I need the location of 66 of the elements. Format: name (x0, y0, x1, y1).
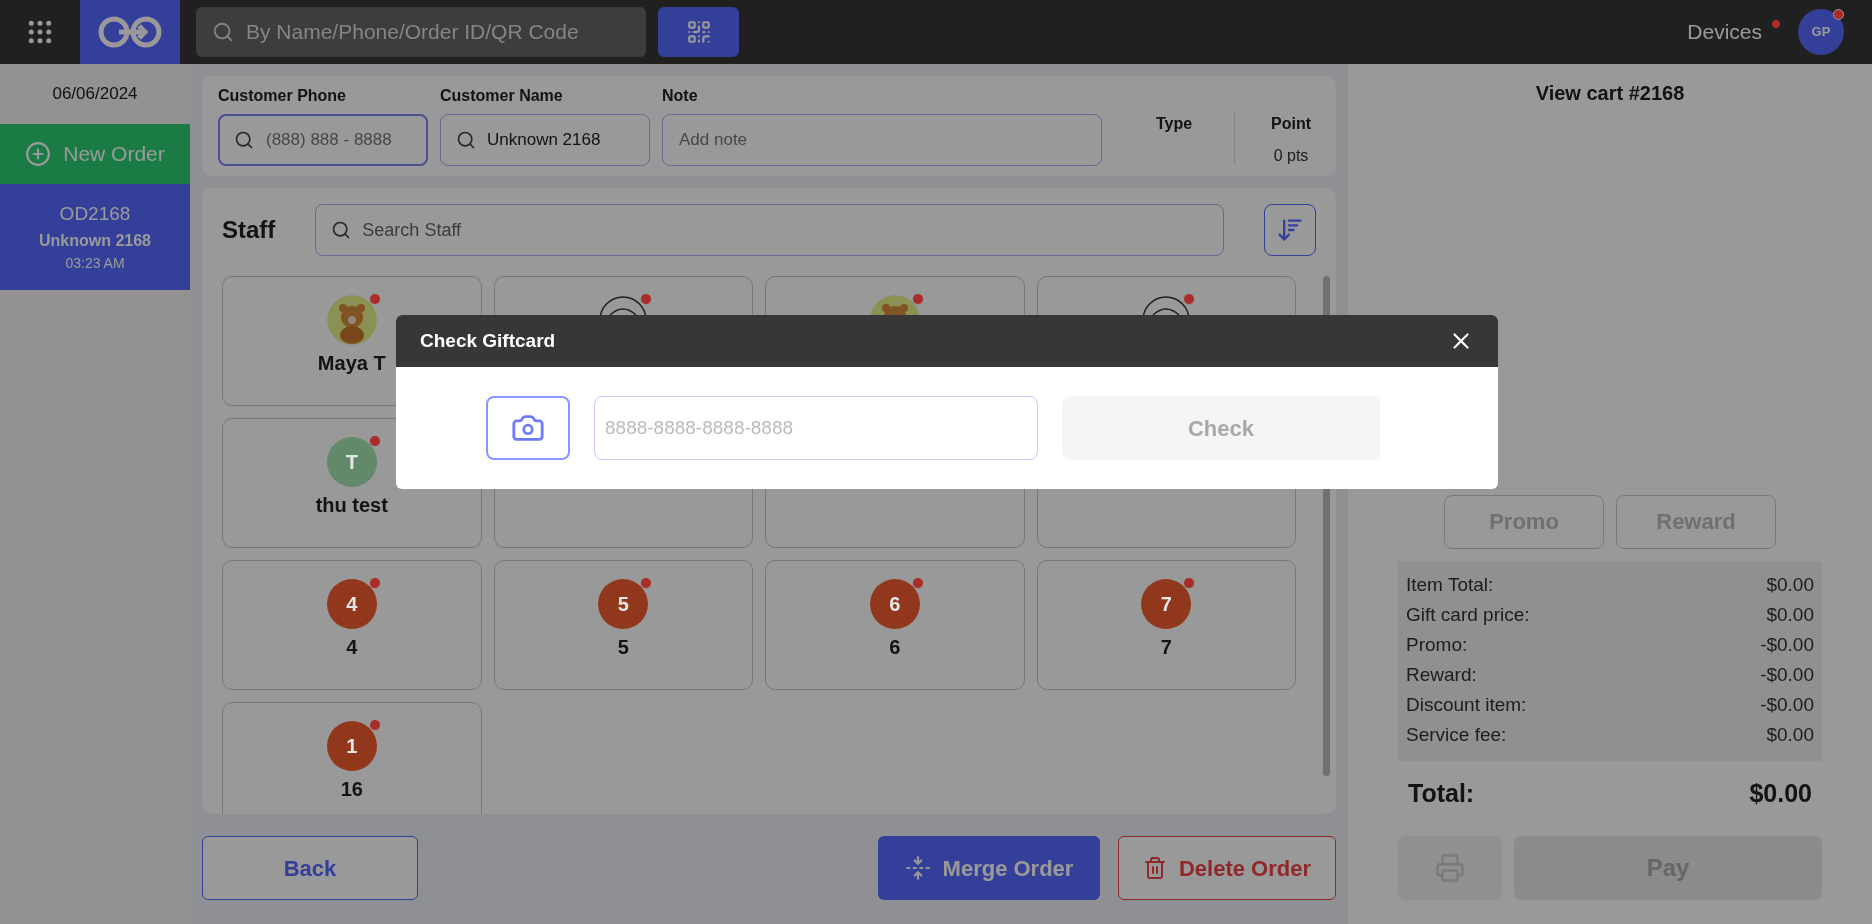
summary-value: $0.00 (1766, 603, 1814, 628)
sort-button[interactable] (1264, 204, 1316, 256)
point-value: 0 pts (1273, 146, 1309, 166)
new-order-button[interactable]: New Order (0, 124, 190, 184)
logo[interactable] (80, 0, 180, 64)
summary-label: Gift card price: (1406, 603, 1530, 628)
summary-value: $0.00 (1766, 573, 1814, 598)
input-field[interactable]: Add note (662, 114, 1102, 166)
camera-button[interactable] (486, 396, 570, 460)
summary-label: Discount item: (1406, 693, 1527, 718)
total-value: $0.00 (1749, 777, 1812, 809)
trash-icon (1142, 856, 1167, 880)
avatar-initial: 5 (598, 579, 649, 629)
staff-card[interactable]: 1 16 (222, 702, 482, 814)
staff-name: 16 (340, 777, 363, 801)
giftcard-input[interactable]: 8888-8888-8888-8888 (594, 396, 1038, 460)
staff-name: thu test (315, 493, 388, 517)
staff-card[interactable]: 6 6 (765, 560, 1025, 690)
staff-card[interactable]: 5 5 (493, 560, 753, 690)
search-icon (331, 220, 352, 240)
staff-search-field[interactable]: Search Staff (315, 204, 1224, 256)
summary-label: Service fee: (1406, 723, 1507, 748)
merge-order-button[interactable]: Merge Order (878, 836, 1100, 900)
input-field[interactable]: (888) 888 - 8888 (218, 114, 428, 166)
field-label: Customer Phone (218, 86, 347, 106)
summary-value: $0.00 (1766, 723, 1814, 748)
avatar-initial: 6 (869, 579, 920, 629)
back-button[interactable]: Back (202, 836, 418, 900)
search-icon (234, 130, 254, 150)
staff-title: Staff (222, 215, 276, 245)
order-item[interactable]: OD2168 Unknown 2168 03:23 AM (0, 184, 190, 290)
avatar-initial: T (326, 437, 377, 487)
type-label: Type (1154, 114, 1194, 134)
devices-button[interactable]: Devices (1687, 16, 1762, 48)
staff-name: 7 (1160, 635, 1172, 659)
staff-name: 5 (617, 635, 629, 659)
qr-scan-button[interactable] (658, 7, 739, 57)
staff-name: 6 (889, 635, 901, 659)
avatar-initial: 1 (326, 721, 377, 771)
field-label: Note (662, 86, 699, 106)
search-field[interactable]: By Name/Phone/Order ID/QR Code (196, 7, 646, 57)
cart-title: View cart #2168 (1535, 81, 1685, 106)
user-avatar[interactable]: GP (1798, 9, 1844, 55)
field-label: Customer Name (440, 86, 564, 106)
staff-card[interactable]: 7 7 (1036, 560, 1296, 690)
qr-code-icon (685, 19, 712, 45)
plus-circle-icon (25, 141, 52, 167)
search-icon (212, 21, 234, 43)
search-icon (456, 130, 476, 150)
summary-value: -$0.00 (1760, 633, 1814, 658)
summary-value: -$0.00 (1760, 693, 1814, 718)
summary-label: Reward: (1406, 663, 1477, 688)
input-field[interactable]: Unknown 2168 (440, 114, 650, 166)
staff-name: Maya T (317, 351, 386, 375)
summary-label: Item Total: (1406, 573, 1494, 598)
merge-icon (904, 855, 931, 881)
staff-name: 4 (346, 635, 358, 659)
date-label: 06/06/2024 (51, 83, 139, 106)
point-label: Point (1271, 114, 1311, 134)
avatar-initial: 4 (326, 579, 377, 629)
total-label: Total: (1408, 777, 1475, 809)
avatar-initial: 7 (1141, 579, 1192, 629)
summary-value: -$0.00 (1760, 663, 1814, 688)
delete-order-button[interactable]: Delete Order (1118, 836, 1336, 900)
staff-card[interactable]: 4 4 (222, 560, 482, 690)
summary-label: Promo: (1406, 633, 1468, 658)
